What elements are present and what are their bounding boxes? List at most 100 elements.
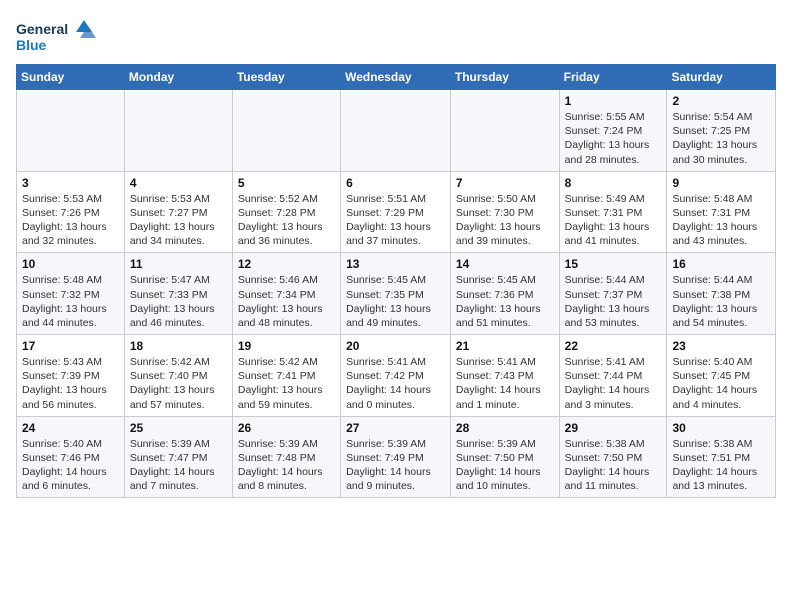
day-cell: 6 Sunrise: 5:51 AM Sunset: 7:29 PM Daylig… [341,171,451,253]
day-cell: 8 Sunrise: 5:49 AM Sunset: 7:31 PM Daylig… [559,171,667,253]
day-info: Sunrise: 5:42 AM Sunset: 7:41 PM Dayligh… [238,355,335,412]
logo-svg: General Blue [16,16,96,60]
day-cell: 12 Sunrise: 5:46 AM Sunset: 7:34 PM Dayli… [232,253,340,335]
day-cell [124,90,232,172]
day-info: Sunrise: 5:51 AM Sunset: 7:29 PM Dayligh… [346,192,445,249]
day-number: 10 [22,257,119,271]
weekday-header-wednesday: Wednesday [341,65,451,90]
day-cell: 28 Sunrise: 5:39 AM Sunset: 7:50 PM Dayli… [450,416,559,498]
day-info: Sunrise: 5:54 AM Sunset: 7:25 PM Dayligh… [672,110,770,167]
header: General Blue [16,16,776,60]
day-info: Sunrise: 5:44 AM Sunset: 7:37 PM Dayligh… [565,273,662,330]
weekday-header-sunday: Sunday [17,65,125,90]
day-number: 24 [22,421,119,435]
day-cell [341,90,451,172]
day-number: 16 [672,257,770,271]
day-cell: 30Sunrise: 5:38 AM Sunset: 7:51 PM Dayli… [667,416,776,498]
day-info: Sunrise: 5:41 AM Sunset: 7:42 PM Dayligh… [346,355,445,412]
day-info: Sunrise: 5:47 AM Sunset: 7:33 PM Dayligh… [130,273,227,330]
day-number: 11 [130,257,227,271]
svg-text:General: General [16,21,68,37]
day-info: Sunrise: 5:53 AM Sunset: 7:27 PM Dayligh… [130,192,227,249]
day-cell: 14Sunrise: 5:45 AM Sunset: 7:36 PM Dayli… [450,253,559,335]
week-row-1: 1 Sunrise: 5:55 AM Sunset: 7:24 PM Daylig… [17,90,776,172]
day-number: 25 [130,421,227,435]
day-cell: 17 Sunrise: 5:43 AM Sunset: 7:39 PM Dayli… [17,335,125,417]
day-info: Sunrise: 5:50 AM Sunset: 7:30 PM Dayligh… [456,192,554,249]
day-number: 13 [346,257,445,271]
day-cell: 19 Sunrise: 5:42 AM Sunset: 7:41 PM Dayli… [232,335,340,417]
day-cell: 1 Sunrise: 5:55 AM Sunset: 7:24 PM Daylig… [559,90,667,172]
day-info: Sunrise: 5:39 AM Sunset: 7:47 PM Dayligh… [130,437,227,494]
day-number: 26 [238,421,335,435]
day-cell [232,90,340,172]
day-cell: 5 Sunrise: 5:52 AM Sunset: 7:28 PM Daylig… [232,171,340,253]
day-number: 1 [565,94,662,108]
day-cell: 25 Sunrise: 5:39 AM Sunset: 7:47 PM Dayli… [124,416,232,498]
day-info: Sunrise: 5:46 AM Sunset: 7:34 PM Dayligh… [238,273,335,330]
week-row-4: 17 Sunrise: 5:43 AM Sunset: 7:39 PM Dayli… [17,335,776,417]
day-number: 6 [346,176,445,190]
day-number: 7 [456,176,554,190]
day-info: Sunrise: 5:49 AM Sunset: 7:31 PM Dayligh… [565,192,662,249]
day-number: 19 [238,339,335,353]
day-info: Sunrise: 5:53 AM Sunset: 7:26 PM Dayligh… [22,192,119,249]
day-info: Sunrise: 5:41 AM Sunset: 7:44 PM Dayligh… [565,355,662,412]
weekday-header-saturday: Saturday [667,65,776,90]
day-cell: 9Sunrise: 5:48 AM Sunset: 7:31 PM Daylig… [667,171,776,253]
day-cell: 16Sunrise: 5:44 AM Sunset: 7:38 PM Dayli… [667,253,776,335]
day-cell: 26Sunrise: 5:39 AM Sunset: 7:48 PM Dayli… [232,416,340,498]
day-info: Sunrise: 5:48 AM Sunset: 7:31 PM Dayligh… [672,192,770,249]
day-number: 3 [22,176,119,190]
day-number: 23 [672,339,770,353]
weekday-header-thursday: Thursday [450,65,559,90]
day-cell: 10 Sunrise: 5:48 AM Sunset: 7:32 PM Dayli… [17,253,125,335]
day-number: 12 [238,257,335,271]
day-cell: 15 Sunrise: 5:44 AM Sunset: 7:37 PM Dayli… [559,253,667,335]
day-number: 22 [565,339,662,353]
day-info: Sunrise: 5:45 AM Sunset: 7:35 PM Dayligh… [346,273,445,330]
weekday-header-row: SundayMondayTuesdayWednesdayThursdayFrid… [17,65,776,90]
svg-text:Blue: Blue [16,37,47,53]
weekday-header-friday: Friday [559,65,667,90]
day-number: 5 [238,176,335,190]
calendar-table: SundayMondayTuesdayWednesdayThursdayFrid… [16,64,776,498]
day-cell [17,90,125,172]
day-cell: 29Sunrise: 5:38 AM Sunset: 7:50 PM Dayli… [559,416,667,498]
day-info: Sunrise: 5:40 AM Sunset: 7:46 PM Dayligh… [22,437,119,494]
day-cell: 11 Sunrise: 5:47 AM Sunset: 7:33 PM Dayli… [124,253,232,335]
day-cell: 2 Sunrise: 5:54 AM Sunset: 7:25 PM Daylig… [667,90,776,172]
day-number: 18 [130,339,227,353]
day-cell [450,90,559,172]
day-number: 20 [346,339,445,353]
day-number: 17 [22,339,119,353]
day-number: 8 [565,176,662,190]
week-row-5: 24 Sunrise: 5:40 AM Sunset: 7:46 PM Dayli… [17,416,776,498]
day-info: Sunrise: 5:40 AM Sunset: 7:45 PM Dayligh… [672,355,770,412]
day-number: 21 [456,339,554,353]
day-number: 2 [672,94,770,108]
day-number: 15 [565,257,662,271]
day-info: Sunrise: 5:52 AM Sunset: 7:28 PM Dayligh… [238,192,335,249]
day-cell: 20 Sunrise: 5:41 AM Sunset: 7:42 PM Dayli… [341,335,451,417]
day-cell: 22 Sunrise: 5:41 AM Sunset: 7:44 PM Dayli… [559,335,667,417]
day-info: Sunrise: 5:43 AM Sunset: 7:39 PM Dayligh… [22,355,119,412]
day-info: Sunrise: 5:39 AM Sunset: 7:50 PM Dayligh… [456,437,554,494]
week-row-2: 3 Sunrise: 5:53 AM Sunset: 7:26 PM Daylig… [17,171,776,253]
day-info: Sunrise: 5:48 AM Sunset: 7:32 PM Dayligh… [22,273,119,330]
day-cell: 27 Sunrise: 5:39 AM Sunset: 7:49 PM Dayli… [341,416,451,498]
day-info: Sunrise: 5:55 AM Sunset: 7:24 PM Dayligh… [565,110,662,167]
day-cell: 18Sunrise: 5:42 AM Sunset: 7:40 PM Dayli… [124,335,232,417]
day-info: Sunrise: 5:41 AM Sunset: 7:43 PM Dayligh… [456,355,554,412]
day-cell: 21 Sunrise: 5:41 AM Sunset: 7:43 PM Dayli… [450,335,559,417]
day-number: 27 [346,421,445,435]
day-cell: 24 Sunrise: 5:40 AM Sunset: 7:46 PM Dayli… [17,416,125,498]
day-info: Sunrise: 5:39 AM Sunset: 7:49 PM Dayligh… [346,437,445,494]
day-cell: 23 Sunrise: 5:40 AM Sunset: 7:45 PM Dayli… [667,335,776,417]
day-number: 30 [672,421,770,435]
day-number: 4 [130,176,227,190]
day-info: Sunrise: 5:38 AM Sunset: 7:50 PM Dayligh… [565,437,662,494]
day-number: 14 [456,257,554,271]
day-number: 28 [456,421,554,435]
weekday-header-monday: Monday [124,65,232,90]
